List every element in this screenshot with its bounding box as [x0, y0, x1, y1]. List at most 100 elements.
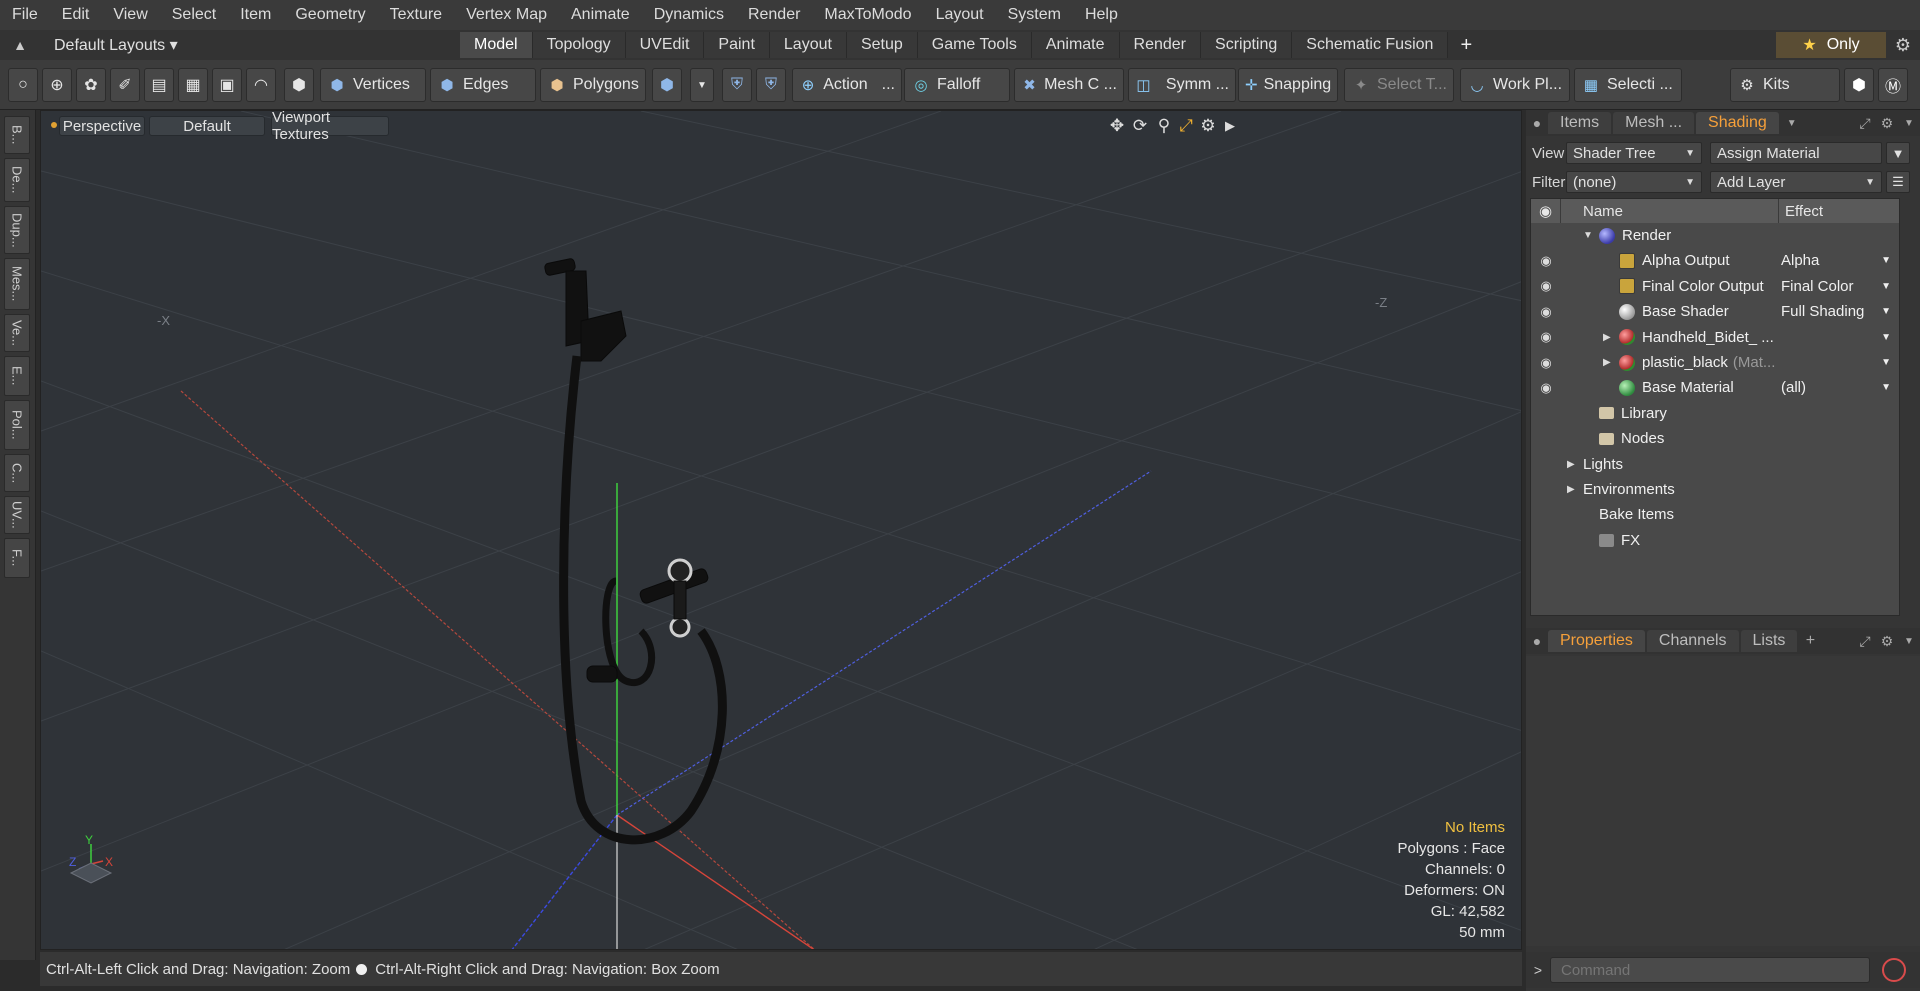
view-mode-selector[interactable]: Perspective	[59, 116, 145, 136]
shield-tool-b[interactable]: ⛨	[756, 68, 786, 102]
panel-gear-icon[interactable]: ⚙	[1876, 115, 1898, 132]
left-strip-tab-7[interactable]: C...	[4, 454, 30, 492]
viewport-canvas[interactable]	[41, 111, 1522, 950]
eye-icon[interactable]: ◉	[1531, 375, 1561, 400]
tree-row-base-shader[interactable]: ◉ Base Shader Full Shading ▼	[1531, 299, 1899, 324]
action-button[interactable]: ⊕ Action...	[792, 68, 902, 102]
panel-maximize-icon[interactable]: ⤢	[1854, 115, 1876, 132]
menu-dynamics[interactable]: Dynamics	[642, 6, 736, 24]
menu-render[interactable]: Render	[736, 6, 812, 24]
kits-button[interactable]: ⚙ Kits	[1730, 68, 1840, 102]
layout-selector[interactable]: Default Layouts ▾	[40, 35, 460, 55]
tab-uvedit[interactable]: UVEdit	[625, 32, 705, 58]
mode-dropdown[interactable]: ▼	[690, 68, 714, 102]
pan-icon[interactable]: ✥	[1106, 116, 1128, 136]
gear-icon[interactable]: ⚙	[1890, 32, 1916, 58]
left-strip-tab-8[interactable]: UV...	[4, 496, 30, 534]
tab-game-tools[interactable]: Game Tools	[917, 32, 1032, 58]
tab-topology[interactable]: Topology	[532, 32, 626, 58]
menu-select[interactable]: Select	[160, 6, 228, 24]
falloff-button[interactable]: ◎ Falloff	[904, 68, 1010, 102]
menu-edit[interactable]: Edit	[50, 6, 102, 24]
menu-layout[interactable]: Layout	[924, 6, 996, 24]
frame-tool[interactable]: ▣	[212, 68, 242, 102]
name-column-header[interactable]: Name	[1561, 199, 1779, 223]
grid-tool[interactable]: ▦	[178, 68, 208, 102]
select-through-button[interactable]: ✦ Select T...	[1344, 68, 1454, 102]
work-plane-button[interactable]: ◡ Work Pl...	[1460, 68, 1570, 102]
menu-vertex-map[interactable]: Vertex Map	[454, 6, 559, 24]
menu-file[interactable]: File	[0, 6, 50, 24]
expand-right-icon[interactable]: ▶	[1567, 459, 1579, 470]
vertices-button[interactable]: ⬢ Vertices	[320, 68, 426, 102]
chevron-down-icon[interactable]: ▼	[1881, 281, 1891, 292]
item-mode-button[interactable]: ⬢	[284, 68, 314, 102]
chevron-down-icon[interactable]: ▼	[1881, 332, 1891, 343]
mesh-constraint-button[interactable]: ✖ Mesh C ...	[1014, 68, 1124, 102]
tree-row-base-material[interactable]: ◉ Base Material (all) ▼	[1531, 375, 1899, 400]
cube-logo-button[interactable]: ⬢	[1844, 68, 1874, 102]
eye-icon[interactable]: ◉	[1531, 299, 1561, 324]
chevron-down-icon[interactable]: ▼	[1881, 255, 1891, 266]
expand-right-icon[interactable]: ▶	[1567, 484, 1579, 495]
tab-properties[interactable]: Properties	[1548, 630, 1645, 652]
tree-row-final-color-output[interactable]: ◉ Final Color Output Final Color ▼	[1531, 274, 1899, 299]
select-circle-tool[interactable]: ○	[8, 68, 38, 102]
tree-row-plastic-black[interactable]: ◉ ▶ plastic_black (Mat... ▼	[1531, 350, 1899, 375]
menu-texture[interactable]: Texture	[378, 6, 454, 24]
command-input[interactable]	[1550, 957, 1870, 983]
menu-help[interactable]: Help	[1073, 6, 1130, 24]
shield-tool-a[interactable]: ⛨	[722, 68, 752, 102]
menu-view[interactable]: View	[101, 6, 159, 24]
symmetry-button[interactable]: ◫ Symm ...	[1128, 68, 1236, 102]
tree-row-alpha-output[interactable]: ◉ Alpha Output Alpha ▼	[1531, 248, 1899, 273]
eye-icon[interactable]: ◉	[1531, 248, 1561, 273]
chevron-down-icon[interactable]: ▼	[1881, 382, 1891, 393]
view-dropdown[interactable]: Shader Tree ▼	[1566, 142, 1702, 164]
filter-funnel-button[interactable]: ▼	[1886, 142, 1910, 164]
left-strip-tab-3[interactable]: Mes...	[4, 258, 30, 310]
tab-items[interactable]: Items	[1548, 112, 1612, 134]
tree-row-handheld-bidet[interactable]: ◉ ▶ Handheld_Bidet_ ... ▼	[1531, 325, 1899, 350]
tree-row-library[interactable]: Library	[1531, 401, 1899, 426]
tab-lists[interactable]: Lists	[1740, 630, 1798, 652]
left-strip-tab-0[interactable]: B...	[4, 116, 30, 154]
align-tool[interactable]: ▤	[144, 68, 174, 102]
tab-model[interactable]: Model	[460, 32, 533, 58]
assign-material-button[interactable]: Assign Material	[1710, 142, 1882, 164]
expand-right-icon[interactable]: ▶	[1603, 332, 1615, 343]
zoom-icon[interactable]: ⚲	[1153, 116, 1175, 136]
left-strip-tab-6[interactable]: Pol...	[4, 400, 30, 450]
tab-layout[interactable]: Layout	[769, 32, 847, 58]
snapping-button[interactable]: ✛ Snapping	[1238, 68, 1338, 102]
add-tab-icon[interactable]: +	[1448, 32, 1484, 58]
unreal-button[interactable]: Ⓜ	[1878, 68, 1908, 102]
3d-viewport[interactable]: Perspective Default Viewport Textures ✥ …	[40, 110, 1522, 950]
panel-tabs-chevron-icon[interactable]: ▼	[1781, 118, 1803, 129]
rotate-tool[interactable]: ◠	[246, 68, 276, 102]
chevron-down-icon[interactable]: ▼	[1881, 357, 1891, 368]
command-chevron-icon[interactable]: >	[1526, 962, 1550, 978]
tab-paint[interactable]: Paint	[704, 32, 770, 58]
maximize-icon[interactable]: ⤢	[1175, 116, 1197, 136]
effect-column-header[interactable]: Effect	[1779, 199, 1899, 223]
tab-channels[interactable]: Channels	[1646, 630, 1739, 652]
menu-item[interactable]: Item	[228, 6, 283, 24]
selection-sets-button[interactable]: ▦ Selecti ...	[1574, 68, 1682, 102]
expand-right-icon[interactable]: ▶	[1603, 357, 1615, 368]
eye-icon[interactable]: ◉	[1531, 350, 1561, 375]
tree-row-lights[interactable]: ▶ Lights	[1531, 452, 1899, 477]
polygons-button[interactable]: ⬢ Polygons	[540, 68, 646, 102]
lasso-tool[interactable]: ✿	[76, 68, 106, 102]
eye-icon[interactable]: ◉	[1531, 274, 1561, 299]
rotate-view-icon[interactable]: ⟳	[1129, 116, 1151, 136]
tab-shading[interactable]: Shading	[1696, 112, 1779, 134]
edges-button[interactable]: ⬢ Edges	[430, 68, 536, 102]
shading-mode-selector[interactable]: Default	[149, 116, 265, 136]
left-strip-tab-1[interactable]: De...	[4, 158, 30, 202]
tree-row-nodes[interactable]: Nodes	[1531, 426, 1899, 451]
add-layer-dropdown[interactable]: Add Layer ▼	[1710, 171, 1882, 193]
viewport-menu-arrow-icon[interactable]: ▶	[1219, 116, 1241, 136]
eye-icon[interactable]: ◉	[1531, 325, 1561, 350]
material-mode-button[interactable]: ⬢	[652, 68, 682, 102]
